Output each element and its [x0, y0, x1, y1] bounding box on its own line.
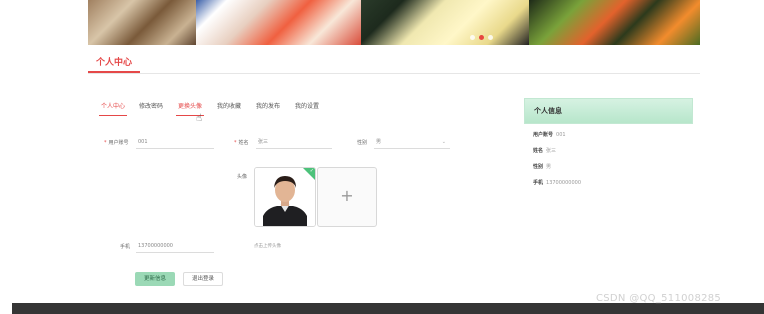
hand-cursor-icon: ☝ — [196, 113, 203, 124]
tab-underline — [99, 114, 128, 116]
logout-button[interactable]: 退出登录 — [183, 272, 223, 286]
card-row-key: 用户账号 — [533, 132, 554, 138]
phone-label: 手机 — [120, 244, 131, 250]
section-title: 个人中心 — [96, 58, 133, 68]
watermark: CSDN @QQ_511008285 — [596, 293, 722, 304]
section-divider — [88, 73, 700, 74]
chevron-down-icon: ⌄ — [441, 139, 446, 145]
name-label-text: 姓名 — [238, 140, 249, 146]
tab-label: 修改密码 — [139, 103, 164, 110]
carousel-dot-active[interactable] — [479, 35, 484, 40]
card-row-account: 用户账号 001 — [533, 131, 566, 138]
tab-label: 更换头像 — [178, 103, 203, 110]
tab-label: 我的设置 — [295, 103, 320, 110]
card-row-key: 姓名 — [533, 148, 544, 154]
banner-image-2 — [196, 0, 361, 45]
gender-value: 男 — [376, 139, 382, 145]
update-info-button[interactable]: 更新信息 — [135, 272, 175, 286]
avatar-preview[interactable]: ✓ — [254, 167, 316, 227]
banner-image-3 — [361, 0, 529, 45]
avatar-label: 头像 — [237, 174, 248, 180]
personal-info-card: 个人信息 用户账号 001 姓名 张三 性别男 手机 13700000000 — [524, 98, 693, 186]
card-row-value: 张三 — [546, 148, 557, 154]
card-row-phone: 手机 13700000000 — [533, 179, 581, 186]
tab-change-password[interactable]: 修改密码 — [139, 100, 163, 116]
card-row-gender: 性别男 — [533, 163, 551, 170]
tab-label: 我的发布 — [256, 103, 281, 110]
avatar-upload-button[interactable]: + — [317, 167, 377, 227]
check-icon: ✓ — [309, 168, 314, 174]
tab-my-settings[interactable]: 我的设置 — [295, 100, 319, 116]
name-label: * 姓名 — [234, 139, 249, 146]
tab-my-favorites[interactable]: 我的收藏 — [217, 100, 241, 116]
tab-label: 个人中心 — [101, 103, 126, 110]
tab-my-posts[interactable]: 我的发布 — [256, 100, 280, 116]
card-row-name: 姓名 张三 — [533, 147, 556, 154]
phone-value: 13700000000 — [138, 243, 173, 249]
plus-icon: + — [340, 186, 354, 205]
page-footer — [12, 303, 764, 314]
card-row-key: 性别 — [533, 164, 544, 170]
banner-image-1 — [88, 0, 196, 45]
banner-carousel[interactable] — [88, 0, 700, 45]
card-row-value: 13700000000 — [546, 180, 582, 186]
tab-label: 我的收藏 — [217, 103, 242, 110]
account-input[interactable]: 001 — [136, 136, 214, 149]
required-mark: * — [104, 140, 107, 146]
tab-personal-center[interactable]: 个人中心 — [99, 100, 128, 116]
card-title: 个人信息 — [524, 98, 693, 124]
banner-image-4 — [529, 0, 700, 45]
account-label: * 用户账号 — [104, 139, 129, 146]
account-value: 001 — [138, 139, 148, 145]
required-mark: * — [234, 140, 237, 146]
name-input[interactable]: 张三 — [256, 136, 332, 149]
avatar-hint: 点击上传头像 — [254, 244, 281, 249]
name-value: 张三 — [258, 139, 269, 145]
phone-input[interactable]: 13700000000 — [136, 240, 214, 253]
card-row-value: 男 — [546, 164, 552, 170]
carousel-dot[interactable] — [470, 35, 475, 40]
card-row-key: 手机 — [533, 180, 544, 186]
carousel-indicators — [470, 35, 493, 40]
gender-label: 性别 — [357, 140, 368, 146]
carousel-dot[interactable] — [488, 35, 493, 40]
card-row-value: 001 — [556, 132, 566, 138]
gender-select[interactable]: 男 ⌄ — [374, 136, 450, 149]
account-label-text: 用户账号 — [108, 140, 129, 146]
